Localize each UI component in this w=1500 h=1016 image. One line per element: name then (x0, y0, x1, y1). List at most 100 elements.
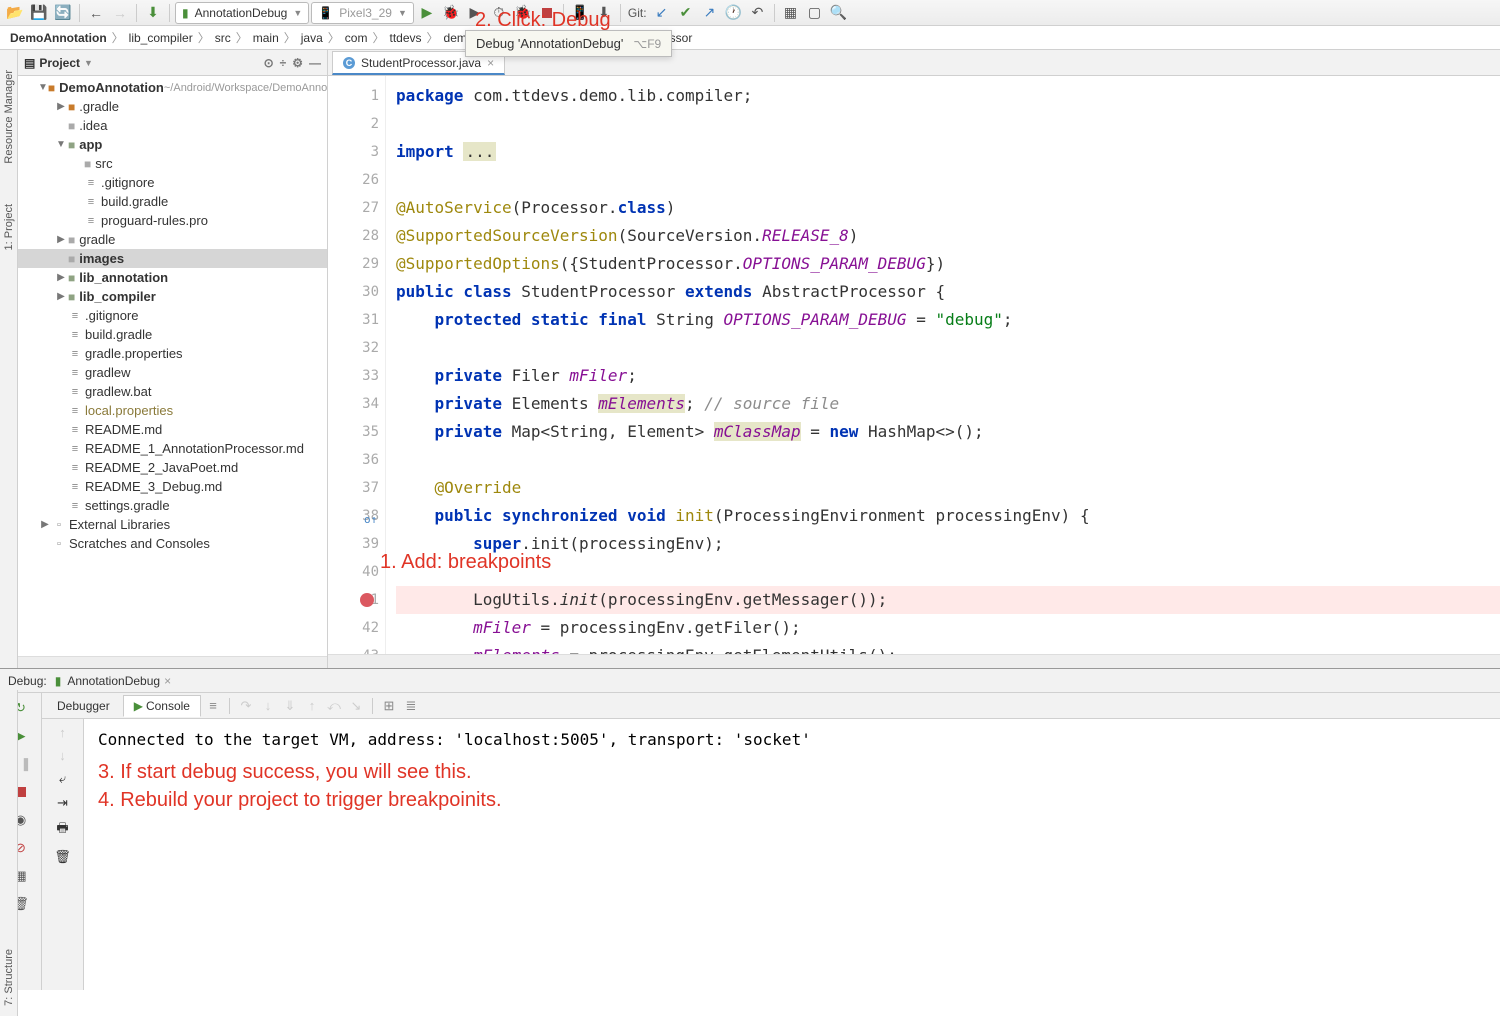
close-tab-icon[interactable]: × (487, 56, 494, 70)
editor-scrollbar[interactable] (328, 654, 1500, 668)
project-tool-tab[interactable]: 1: Project (3, 204, 15, 250)
tooltip-text: Debug 'AnnotationDebug' (476, 36, 623, 51)
coverage-icon[interactable]: ▶ (464, 2, 486, 24)
breadcrumb-item[interactable]: src (211, 31, 235, 45)
step-out-icon[interactable]: ↑ (302, 698, 322, 713)
scroll-end-icon[interactable]: ⇥ (57, 795, 68, 811)
open-icon[interactable]: 📂 (4, 2, 26, 24)
tree-item[interactable]: ≡.gitignore (18, 173, 327, 192)
run-config-dropdown[interactable]: ▮ AnnotationDebug ▼ (175, 2, 309, 24)
tree-item[interactable]: ▫Scratches and Consoles (18, 534, 327, 553)
tree-item[interactable]: ≡local.properties (18, 401, 327, 420)
tree-item[interactable]: ≡gradle.properties (18, 344, 327, 363)
step-into-icon[interactable]: ↓ (258, 698, 278, 713)
attach-icon[interactable]: 🐞 (512, 2, 534, 24)
up-icon[interactable]: ↑ (59, 725, 66, 740)
project-header[interactable]: ▤ Project ▼ ⊙ ÷ ⚙ — (18, 50, 327, 76)
breadcrumb-item[interactable]: ttdevs (385, 31, 425, 45)
breadcrumb-item[interactable]: DemoAnnotation (6, 31, 111, 45)
code-content[interactable]: package com.ttdevs.demo.lib.compiler;imp… (386, 76, 1500, 654)
save-icon[interactable]: 💾 (28, 2, 50, 24)
tree-item[interactable]: ▶▫External Libraries (18, 515, 327, 534)
tree-scrollbar[interactable] (18, 656, 327, 668)
tree-item[interactable]: ■.idea (18, 116, 327, 135)
avd-icon[interactable]: 📱 (569, 2, 591, 24)
forward-icon[interactable]: → (109, 2, 131, 24)
hide-icon[interactable]: — (309, 56, 321, 70)
tree-item[interactable]: ≡README_1_AnnotationProcessor.md (18, 439, 327, 458)
sync-icon[interactable]: 🔄 (52, 2, 74, 24)
debug-label: Debug: (8, 674, 47, 688)
breadcrumb-item[interactable]: lib_compiler (125, 31, 197, 45)
breadcrumb: DemoAnnotation〉lib_compiler〉src〉main〉jav… (0, 26, 1500, 50)
debug-icon[interactable]: 🐞 (440, 2, 462, 24)
device-dropdown[interactable]: 📱 Pixel3_29 ▼ (311, 2, 414, 24)
evaluate-icon[interactable]: ⊞ (379, 698, 399, 714)
tree-item[interactable]: ≡.gitignore (18, 306, 327, 325)
git-update-icon[interactable]: ↙ (651, 2, 673, 24)
force-step-icon[interactable]: ⇓ (280, 698, 300, 714)
debug-console[interactable]: Connected to the target VM, address: 'lo… (84, 719, 1500, 990)
tree-item[interactable]: ▼■app (18, 135, 327, 154)
console-output: Connected to the target VM, address: 'lo… (98, 727, 1486, 753)
window-icon[interactable]: ▢ (804, 2, 826, 24)
debugger-tab[interactable]: Debugger (46, 695, 121, 717)
search-icon[interactable]: 🔍 (828, 2, 850, 24)
tree-item[interactable]: ≡README.md (18, 420, 327, 439)
gutter[interactable]: 1232627282930313233343536373839404142434… (328, 76, 386, 654)
settings-icon[interactable]: ⚙ (292, 56, 303, 70)
run-config-label: AnnotationDebug (195, 6, 288, 20)
threads-icon[interactable]: ≡ (203, 698, 223, 713)
resource-manager-tab[interactable]: Resource Manager (3, 70, 15, 164)
collapse-icon[interactable]: ÷ (280, 56, 287, 70)
stop-button[interactable] (536, 2, 558, 24)
git-rollback-icon[interactable]: ↶ (747, 2, 769, 24)
breadcrumb-item[interactable]: com (341, 31, 372, 45)
console-tab[interactable]: ▶Console (123, 695, 201, 717)
debug-header: Debug: ▮ AnnotationDebug × (0, 669, 1500, 693)
step-over-icon[interactable]: ↷ (236, 698, 256, 714)
debug-tooltip: Debug 'AnnotationDebug' ⌥F9 (465, 30, 672, 57)
run-icon[interactable]: ▶ (416, 2, 438, 24)
tree-item[interactable]: ≡gradlew.bat (18, 382, 327, 401)
tree-item[interactable]: ≡build.gradle (18, 325, 327, 344)
tree-item[interactable]: ■src (18, 154, 327, 173)
profile-icon[interactable]: ⏱ (488, 2, 510, 24)
project-panel: ▤ Project ▼ ⊙ ÷ ⚙ — ▼■DemoAnnotation ~/A… (18, 50, 328, 668)
trace-icon[interactable]: ≣ (401, 698, 421, 714)
git-commit-icon[interactable]: ✔ (675, 2, 697, 24)
git-push-icon[interactable]: ↗ (699, 2, 721, 24)
tree-item[interactable]: ▼■DemoAnnotation ~/Android/Workspace/Dem… (18, 78, 327, 97)
down-icon[interactable]: ↓ (59, 748, 66, 763)
tree-item[interactable]: ▶■.gradle (18, 97, 327, 116)
device-label: Pixel3_29 (339, 6, 392, 20)
breadcrumb-item[interactable]: main (249, 31, 283, 45)
sdk-icon[interactable]: ⬇ (593, 2, 615, 24)
tree-item[interactable]: ▶■gradle (18, 230, 327, 249)
run-to-cursor-icon[interactable]: ↘ (346, 698, 366, 714)
breadcrumb-item[interactable]: java (297, 31, 327, 45)
target-icon[interactable]: ⊙ (264, 56, 274, 70)
close-debug-icon[interactable]: × (164, 674, 171, 688)
structure-tab[interactable]: 7: Structure (3, 949, 15, 1006)
tree-item[interactable]: ≡proguard-rules.pro (18, 211, 327, 230)
tree-item[interactable]: ≡gradlew (18, 363, 327, 382)
tree-item[interactable]: ≡README_3_Debug.md (18, 477, 327, 496)
tree-item[interactable]: ≡README_2_JavaPoet.md (18, 458, 327, 477)
drop-frame-icon[interactable]: ⤺ (324, 698, 344, 714)
build-icon[interactable]: ⬇ (142, 2, 164, 24)
layout-icon[interactable]: ▦ (780, 2, 802, 24)
print-icon[interactable]: 🖶 (56, 819, 68, 841)
tree-item[interactable]: ▶■lib_compiler (18, 287, 327, 306)
clear-icon[interactable]: 🗑 (54, 849, 71, 865)
tree-item[interactable]: ≡build.gradle (18, 192, 327, 211)
code-editor[interactable]: 1232627282930313233343536373839404142434… (328, 76, 1500, 654)
tree-item[interactable]: ▶■lib_annotation (18, 268, 327, 287)
back-icon[interactable]: ← (85, 2, 107, 24)
project-tree[interactable]: ▼■DemoAnnotation ~/Android/Workspace/Dem… (18, 76, 327, 656)
tree-item[interactable]: ≡settings.gradle (18, 496, 327, 515)
git-history-icon[interactable]: 🕐 (723, 2, 745, 24)
soft-wrap-icon[interactable]: ⤶ (59, 771, 66, 787)
annotation-4: 4. Rebuild your project to trigger break… (98, 787, 1486, 813)
tree-item[interactable]: ■images (18, 249, 327, 268)
